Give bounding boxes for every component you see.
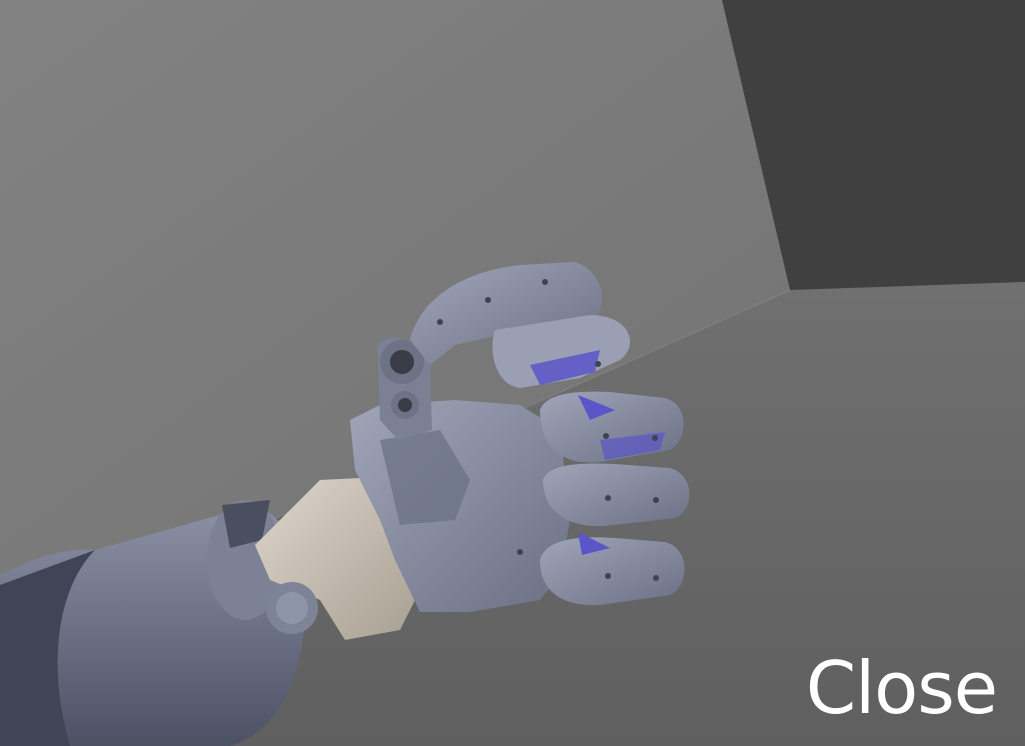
thumb-ring-hole [390, 350, 414, 374]
little-finger [540, 537, 685, 606]
thumb-ring2-hole [398, 398, 412, 412]
close-label[interactable]: Close [806, 652, 998, 724]
wrist-pivot-center [276, 592, 308, 624]
3d-viewport[interactable] [0, 0, 1025, 746]
ring-finger [543, 463, 690, 527]
